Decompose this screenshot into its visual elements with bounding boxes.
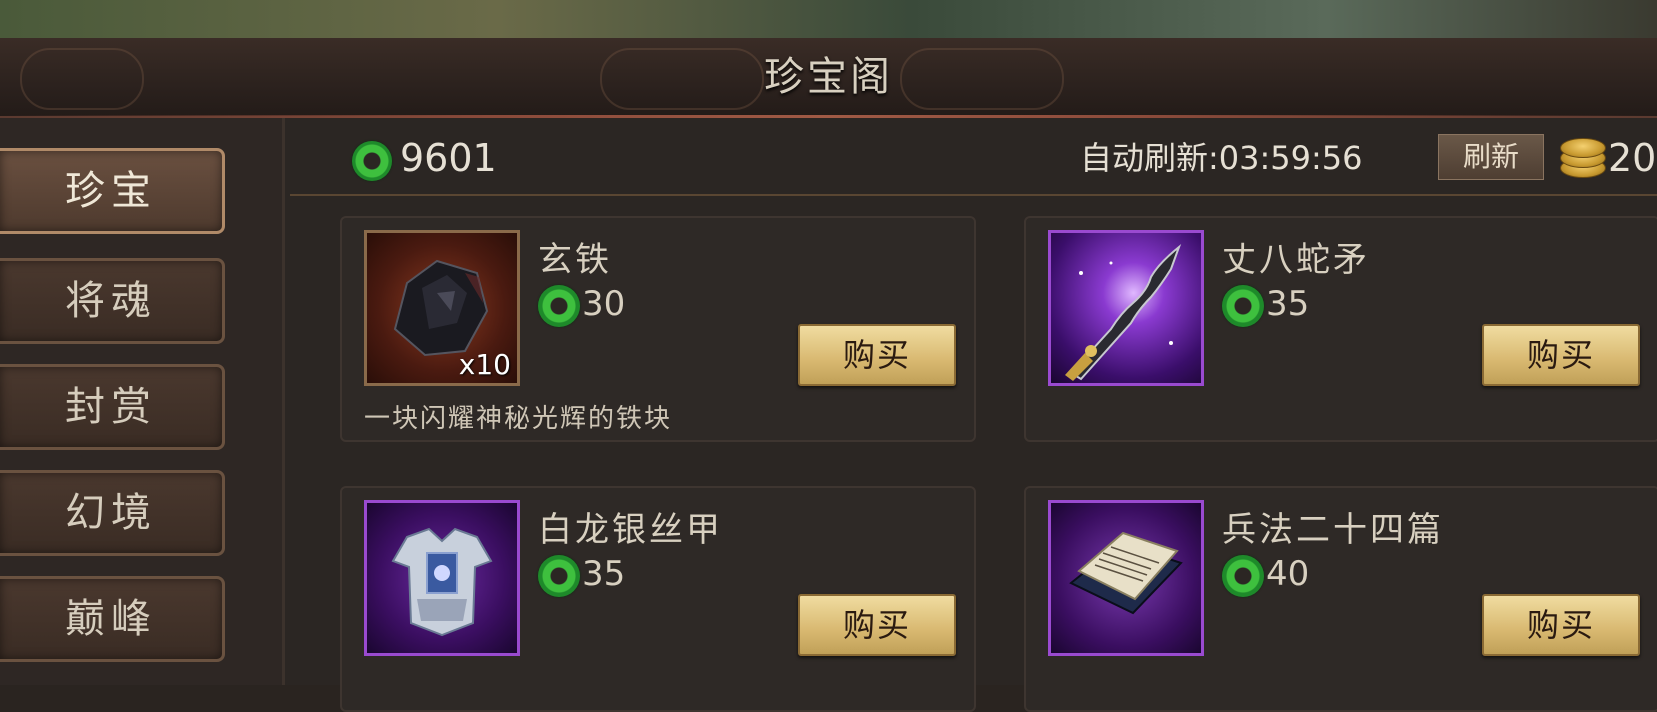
buy-button[interactable]: 购买 [798, 594, 956, 656]
item-icon-frame[interactable] [364, 500, 520, 656]
item-price: 40 [1222, 550, 1309, 598]
item-price: 30 [538, 280, 625, 328]
page-title: 珍宝阁 [764, 54, 893, 100]
gold-balance: 20 [1608, 136, 1657, 180]
tab-illusion[interactable]: 幻境 [0, 470, 225, 556]
refresh-timer: 03:59:56 [1218, 139, 1363, 177]
silver-armor-icon [391, 527, 493, 637]
auto-refresh-label: 自动刷新: [1080, 139, 1219, 177]
shop-item-card: 兵法二十四篇 40 购买 [1024, 486, 1657, 712]
jade-balance-value: 9601 [400, 136, 497, 180]
tab-general-soul[interactable]: 将魂 [0, 258, 225, 344]
item-price: 35 [538, 550, 625, 598]
item-price-value: 35 [582, 554, 626, 594]
gold-coin-icon [1560, 136, 1606, 178]
item-price: 35 [1222, 280, 1309, 328]
item-quantity: x10 [458, 348, 511, 381]
auto-refresh: 自动刷新:03:59:56 [1080, 136, 1363, 180]
item-price-value: 35 [1266, 284, 1310, 324]
buy-button[interactable]: 购买 [1482, 324, 1640, 386]
currency-bar: 9601 自动刷新:03:59:56 刷新 20 [290, 122, 1657, 196]
item-icon-frame[interactable] [1048, 500, 1204, 656]
item-name: 玄铁 [538, 240, 612, 280]
jade-icon [538, 284, 580, 327]
item-name: 白龙银丝甲 [538, 510, 723, 550]
shop-item-card: 丈八蛇矛 35 购买 [1024, 216, 1657, 442]
jade-icon [1222, 284, 1264, 327]
shop-item-card: x10 玄铁 30 购买 一块闪耀神秘光辉的铁块 [340, 216, 976, 442]
window-header: 珍宝阁 [0, 38, 1657, 118]
buy-button[interactable]: 购买 [1482, 594, 1640, 656]
tab-peak[interactable]: 巅峰 [0, 576, 225, 662]
jade-icon [352, 140, 392, 181]
item-price-value: 30 [582, 284, 626, 324]
serpent-spear-icon [1065, 243, 1182, 381]
shop-item-card: 白龙银丝甲 35 购买 [340, 486, 976, 712]
item-name: 兵法二十四篇 [1222, 510, 1444, 550]
item-icon-frame[interactable] [1048, 230, 1204, 386]
item-price-value: 40 [1266, 554, 1310, 594]
tab-reward[interactable]: 封赏 [0, 364, 225, 450]
book-icon [1069, 531, 1183, 615]
jade-icon [538, 554, 580, 597]
refresh-button[interactable]: 刷新 [1438, 134, 1544, 180]
jade-icon [1222, 554, 1264, 597]
tab-treasure[interactable]: 珍宝 [0, 148, 225, 234]
item-name: 丈八蛇矛 [1222, 240, 1370, 280]
jade-balance: 9601 [352, 136, 497, 181]
item-icon-frame[interactable]: x10 [364, 230, 520, 386]
item-description: 一块闪耀神秘光辉的铁块 [364, 404, 673, 434]
buy-button[interactable]: 购买 [798, 324, 956, 386]
sidebar: 珍宝 将魂 封赏 幻境 巅峰 [0, 118, 285, 685]
